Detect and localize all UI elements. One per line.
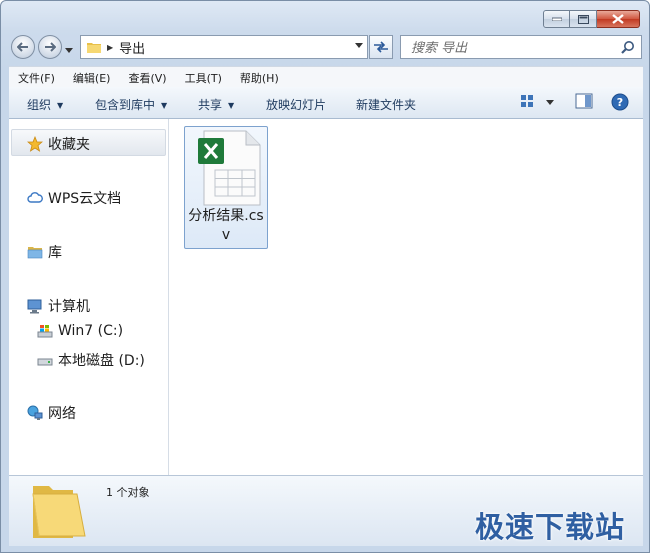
menu-help[interactable]: 帮助(H): [231, 70, 288, 86]
preview-pane-icon: [575, 93, 593, 109]
cloud-icon: [27, 190, 43, 206]
star-icon: [27, 136, 43, 152]
watermark-text: 极速下载站: [474, 510, 625, 544]
address-dropdown-icon[interactable]: [355, 43, 363, 48]
hard-drive-icon: [37, 352, 53, 368]
menu-file[interactable]: 文件(F): [9, 70, 64, 86]
computer-icon: [27, 298, 43, 314]
view-options-icon: [521, 95, 554, 107]
recent-pages-dropdown[interactable]: [65, 42, 73, 56]
network-icon: [27, 405, 43, 421]
excel-csv-icon: [198, 130, 261, 206]
refresh-icon: [374, 41, 388, 53]
menu-bar: 文件(F) 编辑(E) 查看(V) 工具(T) 帮助(H): [9, 66, 643, 88]
svg-text:?: ?: [617, 96, 623, 109]
chevron-down-icon: [65, 48, 73, 53]
navigation-bar: ▶ 导出: [1, 32, 649, 62]
breadcrumb-separator-icon[interactable]: ▶: [107, 43, 113, 52]
search-input[interactable]: [409, 37, 623, 59]
tree-item-label: Win7 (C:): [58, 323, 124, 339]
explorer-window: ▶ 导出 文件(F) 编辑(E) 查看(V) 工具(T) 帮助(H) 组织 ▼: [0, 0, 650, 553]
tree-item-favorites[interactable]: 收藏夹: [27, 134, 90, 154]
back-button[interactable]: [11, 35, 35, 59]
chevron-down-icon: ▼: [161, 101, 168, 110]
arrow-left-icon: [17, 42, 28, 52]
include-in-library-button[interactable]: 包含到库中 ▼: [95, 96, 167, 113]
tree-item-label: 计算机: [48, 299, 90, 315]
file-item[interactable]: 分析结果.csv: [184, 126, 268, 249]
tree-item-label: 本地磁盘 (D:): [58, 353, 145, 369]
library-icon: [27, 244, 43, 260]
menu-tools[interactable]: 工具(T): [176, 70, 231, 86]
tree-item-label: WPS云文档: [48, 191, 122, 207]
tree-item-drive-d[interactable]: 本地磁盘 (D:): [37, 350, 145, 370]
file-list: 分析结果.csv: [169, 119, 643, 475]
change-view-button[interactable]: [520, 93, 554, 114]
minimize-icon: [551, 17, 562, 21]
caption-buttons: [543, 10, 640, 28]
menu-edit[interactable]: 编辑(E): [64, 70, 120, 86]
help-button[interactable]: ?: [611, 93, 629, 114]
navigation-pane: 收藏夹 WPS云文档 库 计算机 Win7 (C:) 本地磁盘 (D:) 网络: [9, 119, 169, 475]
details-pane: 1 个对象 极速下载站: [9, 475, 643, 546]
folder-icon: [32, 486, 86, 538]
chevron-down-icon: ▼: [228, 101, 235, 110]
tree-item-libraries[interactable]: 库: [27, 242, 62, 262]
share-label: 共享: [198, 98, 223, 112]
forward-button[interactable]: [38, 35, 62, 59]
tree-item-network[interactable]: 网络: [27, 403, 76, 423]
new-folder-button[interactable]: 新建文件夹: [356, 96, 416, 113]
refresh-button[interactable]: [369, 35, 393, 59]
maximize-button[interactable]: [570, 10, 597, 28]
minimize-button[interactable]: [543, 10, 570, 28]
chevron-down-icon: ▼: [57, 101, 64, 110]
slideshow-button[interactable]: 放映幻灯片: [266, 96, 326, 113]
item-count: 1 个对象: [106, 486, 150, 499]
search-box: [400, 35, 642, 59]
file-name: 分析结果.csv: [188, 208, 264, 243]
tree-item-drive-c[interactable]: Win7 (C:): [37, 323, 123, 339]
tree-item-label: 收藏夹: [48, 137, 90, 153]
menu-view[interactable]: 查看(V): [119, 70, 175, 86]
folder-icon: [87, 42, 101, 53]
tree-item-wps-cloud[interactable]: WPS云文档: [27, 188, 121, 208]
organize-label: 组织: [27, 98, 52, 112]
organize-button[interactable]: 组织 ▼: [27, 96, 63, 113]
slideshow-label: 放映幻灯片: [266, 98, 327, 112]
tree-item-label: 网络: [48, 406, 76, 422]
include-in-library-label: 包含到库中: [95, 98, 156, 112]
address-bar[interactable]: ▶ 导出: [80, 35, 368, 59]
command-bar: 组织 ▼ 包含到库中 ▼ 共享 ▼ 放映幻灯片 新建文件夹 ?: [9, 87, 643, 119]
help-icon: ?: [611, 93, 629, 111]
new-folder-label: 新建文件夹: [356, 98, 417, 112]
tree-item-label: 库: [48, 245, 62, 261]
maximize-icon: [577, 14, 589, 24]
tree-item-computer[interactable]: 计算机: [27, 296, 90, 316]
search-icon[interactable]: [621, 40, 635, 54]
close-icon: [612, 14, 624, 24]
close-button[interactable]: [597, 10, 640, 28]
preview-pane-button[interactable]: [575, 93, 593, 112]
arrow-right-icon: [45, 42, 56, 52]
breadcrumb-current[interactable]: 导出: [119, 38, 145, 57]
system-drive-icon: [37, 323, 53, 339]
share-button[interactable]: 共享 ▼: [198, 96, 234, 113]
